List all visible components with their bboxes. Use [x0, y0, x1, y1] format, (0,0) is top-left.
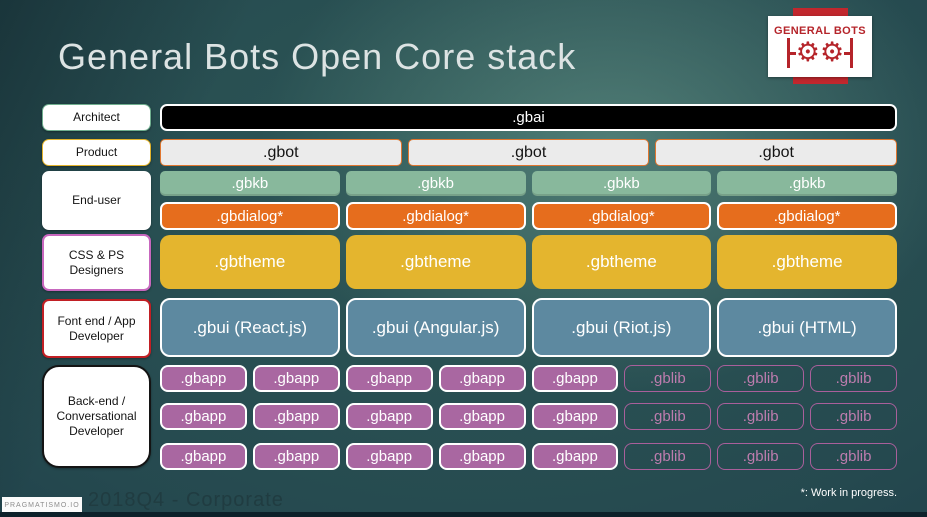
logo-brand-text: GENERAL BOTS [774, 25, 866, 37]
page-title: General Bots Open Core stack [58, 36, 577, 77]
gblib-box: .gblib [717, 403, 805, 430]
gbapp-box: .gbapp [252, 443, 340, 470]
label-architect: Architect [42, 104, 151, 131]
gblib-box: .gblib [624, 365, 712, 392]
row-gbui: .gbui (React.js) .gbui (Angular.js) .gbu… [160, 298, 897, 357]
gbui-html-box: .gbui (HTML) [717, 298, 897, 357]
gbai-box: .gbai [160, 104, 897, 131]
slide-caption: 2018Q4 - Corporate [88, 489, 284, 511]
row-gbtheme: .gbtheme .gbtheme .gbtheme .gbtheme [160, 235, 897, 289]
label-backend-conversational-developer: Back-end / Conversational Developer [42, 365, 151, 468]
gbkb-box: .gbkb [717, 171, 897, 196]
gbapp-box: .gbapp [531, 443, 619, 470]
label-end-user: End-user [42, 171, 151, 230]
gbapp-box: .gbapp [345, 365, 433, 392]
gbkb-box: .gbkb [531, 171, 712, 196]
gblib-box: .gblib [810, 365, 897, 392]
gbapp-box: .gbapp [531, 365, 619, 392]
gbot-box: .gbot [655, 139, 897, 166]
gbapp-box: .gbapp [252, 403, 340, 430]
row-gbai: .gbai [160, 104, 897, 131]
row-gbkb: .gbkb .gbkb .gbkb .gbkb [160, 171, 897, 196]
gbapp-box: .gbapp [438, 443, 526, 470]
bottom-edge-strip [0, 512, 927, 517]
gbtheme-box: .gbtheme [717, 235, 897, 289]
row-gbapp-2: .gbapp .gbapp .gbapp .gbapp .gbapp .gbli… [160, 403, 897, 430]
gear-icon: ⚙ [820, 37, 845, 68]
gbtheme-box: .gbtheme [160, 235, 340, 289]
gbkb-box: .gbkb [160, 171, 340, 196]
gears-icon: ⚙ ⚙ [786, 37, 854, 68]
slide-background: General Bots Open Core stack GENERAL BOT… [0, 0, 927, 517]
gbot-box: .gbot [160, 139, 402, 166]
gbot-box: .gbot [407, 139, 650, 166]
gear-bar-right [850, 38, 854, 68]
gbdialog-box: .gbdialog* [531, 202, 712, 230]
gblib-box: .gblib [624, 403, 712, 430]
gbui-riot-box: .gbui (Riot.js) [531, 298, 712, 357]
gblib-box: .gblib [717, 443, 805, 470]
gbapp-box: .gbapp [160, 443, 247, 470]
row-gbapp-3: .gbapp .gbapp .gbapp .gbapp .gbapp .gbli… [160, 443, 897, 470]
label-css-ps-designers: CSS & PS Designers [42, 234, 151, 291]
gbapp-box: .gbapp [438, 403, 526, 430]
label-product: Product [42, 139, 151, 166]
gblib-box: .gblib [810, 403, 897, 430]
gbapp-box: .gbapp [160, 365, 247, 392]
row-gbot: .gbot .gbot .gbot [160, 139, 897, 166]
general-bots-logo: GENERAL BOTS ⚙ ⚙ [768, 16, 872, 77]
gbapp-box: .gbapp [160, 403, 247, 430]
row-gbdialog: .gbdialog* .gbdialog* .gbdialog* .gbdial… [160, 202, 897, 230]
gbapp-box: .gbapp [345, 403, 433, 430]
gbdialog-box: .gbdialog* [345, 202, 526, 230]
gbapp-box: .gbapp [531, 403, 619, 430]
gbdialog-box: .gbdialog* [160, 202, 340, 230]
gbdialog-box: .gbdialog* [717, 202, 897, 230]
gblib-box: .gblib [810, 443, 897, 470]
gbapp-box: .gbapp [345, 443, 433, 470]
gbapp-box: .gbapp [252, 365, 340, 392]
gbui-react-box: .gbui (React.js) [160, 298, 340, 357]
gbapp-box: .gbapp [438, 365, 526, 392]
gear-icon: ⚙ [795, 37, 820, 68]
pragmatismo-watermark: PRAGMATISMO.IO [2, 497, 82, 513]
gbtheme-box: .gbtheme [531, 235, 712, 289]
gbtheme-box: .gbtheme [345, 235, 526, 289]
work-in-progress-note: *: Work in progress. [800, 487, 897, 499]
label-frontend-app-developer: Font end / App Developer [42, 299, 151, 358]
gbkb-box: .gbkb [345, 171, 526, 196]
gblib-box: .gblib [624, 443, 712, 470]
row-gbapp-1: .gbapp .gbapp .gbapp .gbapp .gbapp .gbli… [160, 365, 897, 392]
gblib-box: .gblib [717, 365, 805, 392]
gbui-angular-box: .gbui (Angular.js) [345, 298, 526, 357]
